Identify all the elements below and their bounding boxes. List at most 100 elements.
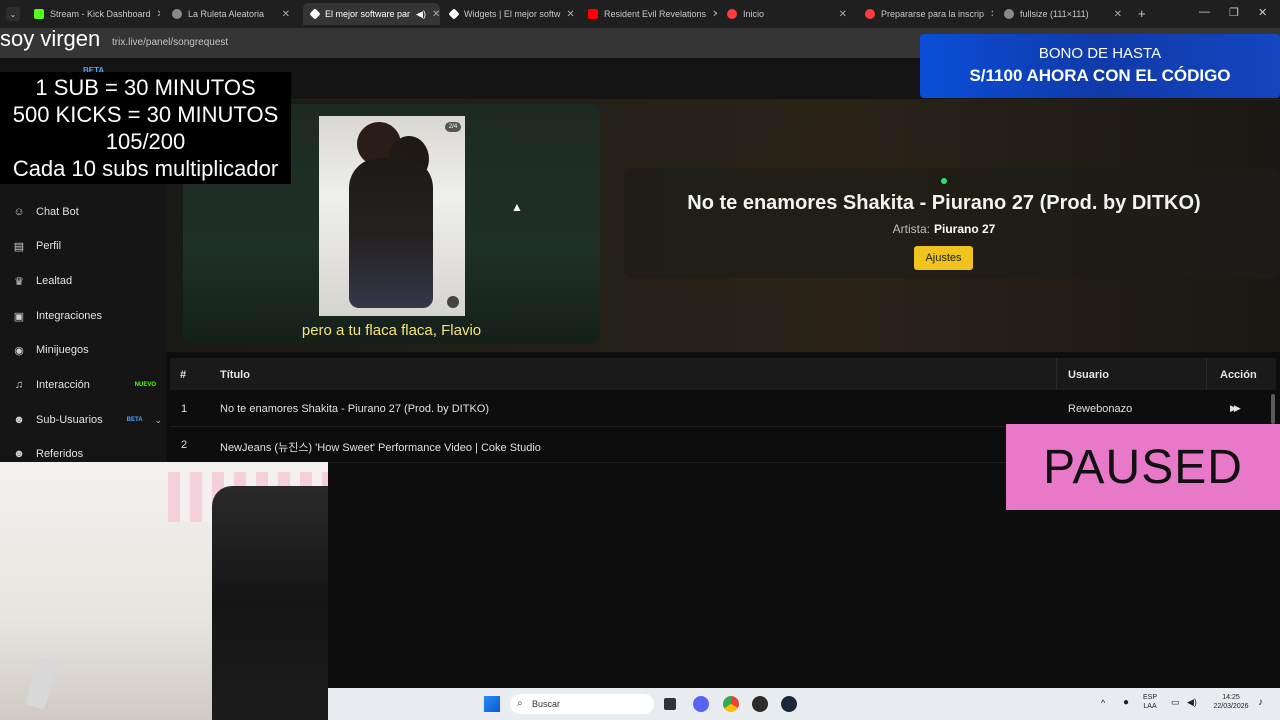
- diamond-icon: [448, 8, 460, 20]
- sidebar-item-sub-usuarios[interactable]: ☻ Sub-Usuarios BETA ⌄: [12, 410, 162, 430]
- new-tab-button[interactable]: +: [1138, 6, 1146, 21]
- network-icon[interactable]: ▭: [1171, 697, 1180, 708]
- tab-label: Resident Evil Revelations: [604, 9, 707, 19]
- tab-label: Stream - Kick Dashboard: [50, 9, 151, 19]
- close-icon[interactable]: ✕: [282, 9, 290, 20]
- gaming-chair: [212, 486, 328, 720]
- search-icon: ⌕: [517, 698, 523, 709]
- steam-icon[interactable]: [781, 696, 797, 712]
- bottle: [24, 656, 60, 710]
- video-subtitle: pero a tu flaca flaca, Flavio: [301, 322, 482, 339]
- windows-taskbar: [328, 688, 1280, 720]
- live-indicator: [941, 178, 947, 184]
- column-number: #: [180, 369, 187, 381]
- song-artist: Artista: Piurano 27: [624, 222, 1264, 236]
- chrome-icon[interactable]: [723, 696, 739, 712]
- row-title: NewJeans (뉴진스) 'How Sweet' Performance V…: [220, 442, 541, 454]
- tab-label: Widgets | El mejor softw: [464, 9, 561, 19]
- sidebar-item-referidos[interactable]: ☻ Referidos: [12, 444, 162, 464]
- tab-search-button[interactable]: ⌄: [6, 7, 20, 21]
- microphone-icon[interactable]: ●: [1123, 697, 1129, 708]
- minimize-icon[interactable]: —: [1199, 6, 1210, 18]
- mouse-cursor-icon: ▲: [511, 200, 523, 214]
- sidebar-item-label: Chat Bot: [36, 206, 79, 218]
- notification-bell-icon[interactable]: ♪: [1258, 697, 1263, 708]
- sidebar-item-label: Sub-Usuarios: [36, 414, 103, 426]
- maximize-icon[interactable]: ❐: [1229, 6, 1239, 19]
- close-icon[interactable]: ✕: [1114, 9, 1122, 20]
- new-badge: NUEVO: [134, 382, 156, 388]
- obs-icon[interactable]: [752, 696, 768, 712]
- row-number: 1: [181, 403, 188, 415]
- sidebar-item-label: Lealtad: [36, 275, 73, 287]
- overlay-soy-text: soy virgen: [0, 26, 101, 51]
- youtube-icon: [588, 9, 598, 19]
- column-user: Usuario: [1068, 369, 1109, 381]
- video-frame-image: 2/4: [319, 116, 465, 316]
- tab-widgets[interactable]: Widgets | El mejor softw ✕: [442, 3, 578, 25]
- language-indicator[interactable]: ESP LAA: [1143, 693, 1157, 711]
- tab-songrequest[interactable]: El mejor software par ◀) ✕: [303, 3, 440, 25]
- close-icon[interactable]: ✕: [566, 9, 574, 20]
- stream-timer-overlay: 1 SUB = 30 MINUTOS 500 KICKS = 30 MINUTO…: [0, 72, 291, 184]
- sidebar-item-minijuegos[interactable]: ◉ Minijuegos: [12, 340, 162, 360]
- speaker-icon[interactable]: ◀): [416, 9, 426, 20]
- overlay-line-kicks: 500 KICKS = 30 MINUTOS: [12, 102, 279, 127]
- tab-kick-dashboard[interactable]: Stream - Kick Dashboard ✕: [26, 3, 160, 25]
- windows-start-icon[interactable]: [484, 696, 500, 712]
- overlay-line-multiplier: Cada 10 subs multiplicador: [12, 156, 279, 181]
- close-icon[interactable]: ✕: [157, 9, 160, 20]
- close-icon[interactable]: ✕: [839, 9, 847, 20]
- table-scrollbar[interactable]: [1271, 394, 1275, 424]
- overlay-line-sub: 1 SUB = 30 MINUTOS: [35, 75, 256, 100]
- tab-inscripcion[interactable]: Prepararse para la inscrip ✕: [857, 3, 993, 25]
- song-title: No te enamores Shakita - Piurano 27 (Pro…: [687, 192, 1201, 214]
- tab-label: La Ruleta Aleatoria: [188, 9, 265, 19]
- music-icon: ♫: [14, 379, 24, 391]
- sidebar-item-interaccion[interactable]: ♫ Interacción NUEVO: [12, 375, 162, 395]
- diamond-icon: [309, 8, 321, 20]
- tab-resident-evil[interactable]: Resident Evil Revelations ✕: [580, 3, 717, 25]
- sidebar-item-label: Perfil: [36, 240, 62, 252]
- artist-label: Artista:: [892, 222, 930, 236]
- window-close-icon[interactable]: ✕: [1258, 6, 1267, 19]
- users-icon: ☻: [13, 414, 25, 426]
- column-divider: [1056, 358, 1057, 390]
- tab-fullsize[interactable]: fullsize (111×111) ✕: [996, 3, 1130, 25]
- clock[interactable]: 14:25 22/03/2026: [1208, 693, 1254, 711]
- row-number: 2: [181, 439, 188, 451]
- column-title: Título: [220, 369, 250, 381]
- chevron-down-icon[interactable]: ⌄: [154, 415, 162, 426]
- url-field[interactable]: trix.live/panel/songrequest: [112, 37, 228, 48]
- row-user: Rewebonazo: [1068, 403, 1133, 415]
- tab-label: Prepararse para la inscrip: [881, 9, 985, 19]
- skip-icon[interactable]: ▶▶: [1230, 403, 1241, 414]
- watermark-icon: [447, 296, 459, 308]
- tray-overflow-icon[interactable]: ^: [1101, 698, 1105, 708]
- close-icon[interactable]: ✕: [712, 9, 717, 20]
- discord-icon[interactable]: [693, 696, 709, 712]
- sidebar-item-integraciones[interactable]: ▣ Integraciones: [12, 306, 162, 326]
- brand-icon: [865, 9, 875, 19]
- trophy-icon: ♛: [14, 275, 24, 288]
- taskbar-search[interactable]: Buscar: [510, 694, 654, 714]
- volume-icon[interactable]: ◀): [1187, 697, 1197, 708]
- close-icon[interactable]: ✕: [990, 9, 993, 20]
- kick-icon: [34, 9, 44, 19]
- tab-ruleta[interactable]: La Ruleta Aleatoria ✕: [164, 3, 298, 25]
- table-row[interactable]: 1 No te enamores Shakita - Piurano 27 (P…: [170, 391, 1276, 427]
- clock-time: 14:25: [1222, 694, 1240, 701]
- settings-button[interactable]: Ajustes: [914, 246, 973, 270]
- tab-label: Inicio: [743, 9, 765, 19]
- artist-name: Piurano 27: [933, 222, 996, 236]
- task-view-icon[interactable]: [664, 698, 676, 710]
- tab-inicio[interactable]: Inicio ✕: [719, 3, 855, 25]
- sidebar-item-label: Integraciones: [36, 310, 103, 322]
- close-icon[interactable]: ✕: [432, 9, 440, 20]
- sidebar-item-perfil[interactable]: ▤ Perfil: [12, 236, 162, 256]
- row-title: No te enamores Shakita - Piurano 27 (Pro…: [220, 403, 490, 415]
- sidebar-item-chat-bot[interactable]: ☺ Chat Bot: [12, 202, 162, 222]
- clock-date: 22/03/2026: [1213, 703, 1249, 710]
- sidebar-item-lealtad[interactable]: ♛ Lealtad: [12, 271, 162, 291]
- profile-card-icon: ▤: [13, 240, 25, 253]
